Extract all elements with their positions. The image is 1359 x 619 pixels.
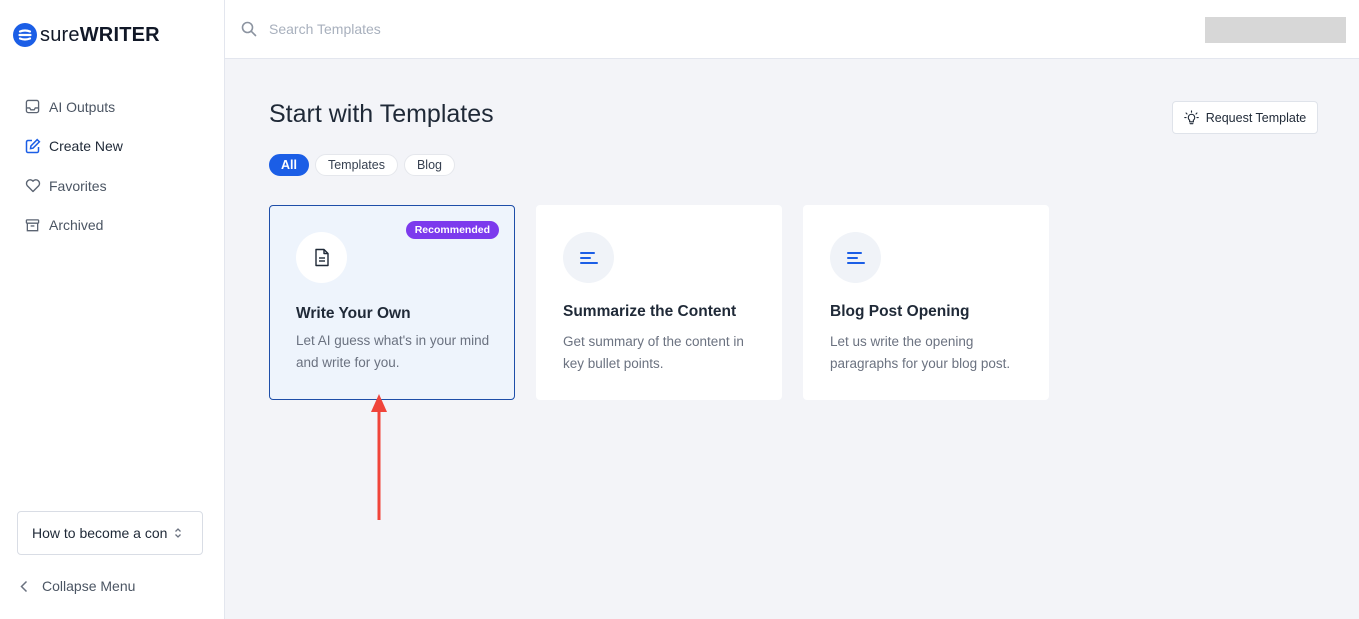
card-title: Blog Post Opening (830, 303, 970, 320)
card-description: Get summary of the content in key bullet… (563, 334, 744, 371)
user-account-area[interactable] (1205, 17, 1346, 43)
sidebar-item-label: Archived (49, 217, 104, 234)
collapse-menu-button[interactable]: Collapse Menu (20, 578, 135, 594)
sidebar-item-label: Favorites (49, 177, 107, 194)
filter-tabs: All Templates Blog (269, 154, 461, 176)
sidebar-item-archived[interactable]: Archived (0, 206, 224, 246)
collapse-menu-label: Collapse Menu (42, 578, 136, 594)
logo-icon (13, 23, 37, 47)
card-icon-wrapper (563, 232, 614, 283)
app-logo[interactable]: sureWRITER (13, 23, 160, 47)
template-card-write-your-own[interactable]: Recommended Write Your Own Let AI guess … (269, 205, 515, 400)
sidebar-item-label: AI Outputs (49, 98, 116, 115)
sidebar-item-favorites[interactable]: Favorites (0, 166, 224, 206)
filter-all[interactable]: All (269, 154, 309, 176)
inbox-icon (24, 98, 41, 115)
template-card-summarize-content[interactable]: Summarize the Content Get summary of the… (536, 205, 782, 400)
template-card-blog-post-opening[interactable]: Blog Post Opening Let us write the openi… (803, 205, 1049, 400)
sidebar-item-label: Create New (49, 138, 123, 155)
card-icon-wrapper (296, 232, 347, 283)
heart-icon (24, 177, 41, 194)
chevron-up-down-icon (174, 527, 182, 539)
filter-blog[interactable]: Blog (403, 154, 455, 176)
card-description: Let us write the opening paragraphs for … (830, 334, 1011, 371)
archive-icon (24, 217, 41, 234)
document-icon (314, 248, 329, 267)
search-icon (241, 21, 257, 37)
request-template-label: Request Template (1205, 110, 1307, 125)
lightbulb-icon (1183, 109, 1199, 126)
text-lines-icon (846, 251, 865, 264)
chevron-left-icon (20, 580, 30, 593)
annotation-arrow (371, 394, 387, 520)
edit-icon (24, 138, 41, 155)
recommended-badge: Recommended (405, 221, 499, 239)
sidebar-item-create-new[interactable]: Create New (0, 127, 224, 167)
card-title: Summarize the Content (563, 303, 737, 320)
project-select[interactable]: How to become a con (17, 511, 203, 555)
sidebar: sureWRITER AI Outputs Create New Favorit… (0, 0, 225, 619)
page-title: Start with Templates (269, 100, 494, 128)
request-template-button[interactable]: Request Template (1172, 101, 1318, 134)
project-select-value: How to become a con (32, 525, 168, 541)
main-content: Start with Templates Request Template Al… (225, 59, 1359, 619)
text-lines-icon (579, 251, 598, 264)
sidebar-item-ai-outputs[interactable]: AI Outputs (0, 87, 224, 127)
sidebar-nav: AI Outputs Create New Favorites Archived (0, 87, 224, 245)
logo-text-light: sure (40, 23, 80, 46)
top-bar (225, 0, 1359, 59)
filter-templates[interactable]: Templates (314, 154, 398, 176)
logo-text-bold: WRITER (79, 23, 160, 46)
logo-text: sureWRITER (40, 24, 160, 47)
card-description: Let AI guess what's in your mind and wri… (296, 333, 490, 370)
search-input[interactable] (269, 18, 669, 40)
card-icon-wrapper (830, 232, 881, 283)
card-title: Write Your Own (296, 305, 411, 322)
